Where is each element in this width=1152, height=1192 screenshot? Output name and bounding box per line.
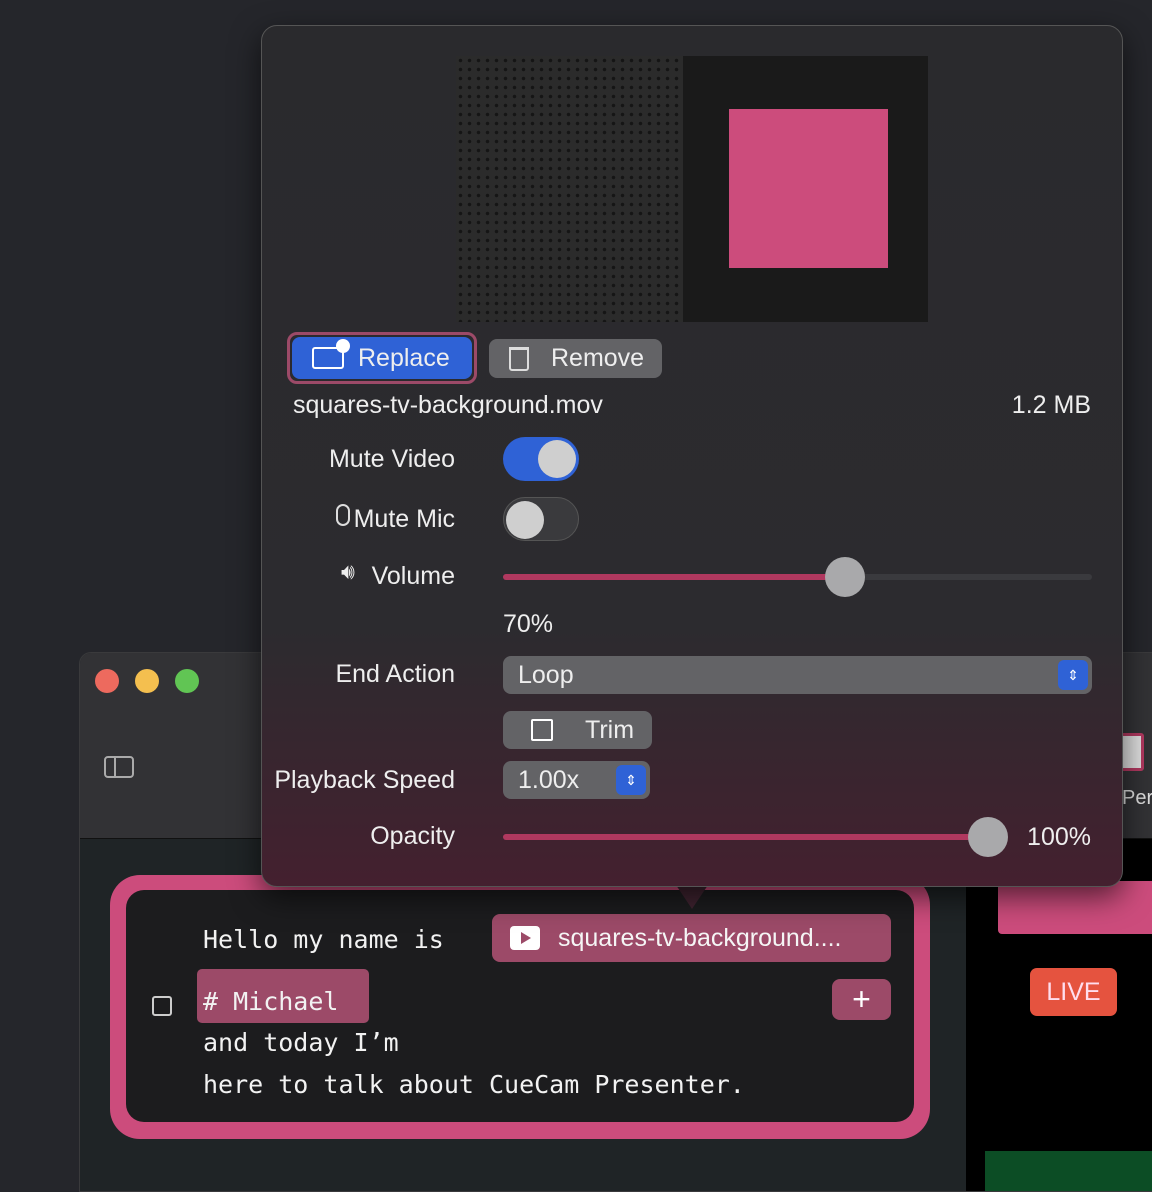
- opacity-slider[interactable]: [503, 817, 1008, 857]
- remove-button[interactable]: Remove: [489, 339, 662, 378]
- volume-label: Volume: [371, 562, 455, 590]
- playback-speed-select[interactable]: 1.00x ⇕: [503, 761, 650, 799]
- opacity-slider-fill: [503, 834, 988, 840]
- preview-green-shape: [985, 1151, 1152, 1191]
- cue-checkbox[interactable]: [152, 996, 172, 1016]
- trim-label: Trim: [585, 715, 635, 744]
- script-line-3: and today I’m: [203, 1028, 399, 1057]
- toolbar-item-label[interactable]: Per: [1122, 787, 1152, 810]
- end-action-label: End Action: [335, 660, 455, 688]
- mute-video-toggle[interactable]: [503, 437, 579, 481]
- script-card[interactable]: Hello my name is squares-tv-background..…: [110, 875, 930, 1139]
- speaker-icon: 🔊︎: [341, 559, 355, 584]
- add-cue-button[interactable]: +: [832, 979, 891, 1020]
- video-thumbnail: [456, 56, 928, 322]
- mute-mic-toggle[interactable]: [503, 497, 579, 541]
- remove-label: Remove: [551, 344, 645, 372]
- trim-button[interactable]: Trim: [503, 711, 652, 749]
- preview-pink-shape: [998, 881, 1152, 934]
- volume-slider-knob[interactable]: [824, 557, 865, 597]
- playback-speed-value: 1.00x: [518, 765, 580, 794]
- volume-slider-fill: [503, 574, 845, 580]
- trash-icon: [509, 346, 529, 371]
- microphone-icon: [336, 504, 350, 526]
- replace-button-focus-ring: Replace: [287, 332, 477, 384]
- sidebar-toggle-icon[interactable]: [104, 756, 134, 778]
- replace-label: Replace: [358, 343, 450, 372]
- toolbar-item-icon[interactable]: [1120, 733, 1144, 771]
- end-action-select[interactable]: Loop ⇕: [503, 656, 1092, 694]
- volume-slider[interactable]: [503, 557, 1092, 597]
- media-chip-label: squares-tv-background....: [558, 923, 842, 952]
- media-settings-popover: Replace Remove squares-tv-background.mov…: [261, 25, 1123, 887]
- live-badge: LIVE: [1030, 968, 1117, 1016]
- video-play-icon: [510, 926, 540, 950]
- thumbnail-pattern: [456, 56, 683, 322]
- popover-arrow: [676, 885, 708, 909]
- trim-icon: [521, 719, 565, 741]
- select-stepper-icon: ⇕: [1058, 660, 1088, 690]
- close-window-button[interactable]: [95, 669, 119, 693]
- file-name: squares-tv-background.mov: [293, 391, 603, 419]
- script-heading[interactable]: # Michael: [203, 987, 338, 1016]
- folder-add-icon: [312, 339, 350, 369]
- replace-button[interactable]: Replace: [292, 337, 472, 379]
- zoom-window-button[interactable]: [175, 669, 199, 693]
- minimize-window-button[interactable]: [135, 669, 159, 693]
- speed-stepper-icon: ⇕: [616, 765, 646, 795]
- end-action-value: Loop: [518, 660, 574, 689]
- script-line-4: here to talk about CueCam Presenter.: [203, 1070, 745, 1099]
- script-line-1: Hello my name is: [203, 925, 444, 954]
- file-size: 1.2 MB: [1011, 391, 1091, 419]
- opacity-slider-knob[interactable]: [968, 817, 1008, 857]
- script-card-body: Hello my name is squares-tv-background..…: [126, 890, 914, 1122]
- mute-video-label: Mute Video: [328, 445, 455, 473]
- playback-speed-label: Playback Speed: [274, 766, 455, 794]
- volume-value: 70%: [503, 610, 554, 638]
- opacity-label: Opacity: [370, 822, 455, 850]
- preview-pane: LIVE: [966, 839, 1152, 1191]
- thumbnail-square: [729, 109, 888, 268]
- opacity-value: 100%: [1027, 823, 1091, 851]
- media-chip[interactable]: squares-tv-background....: [492, 914, 891, 962]
- mute-mic-label: Mute Mic: [353, 505, 455, 533]
